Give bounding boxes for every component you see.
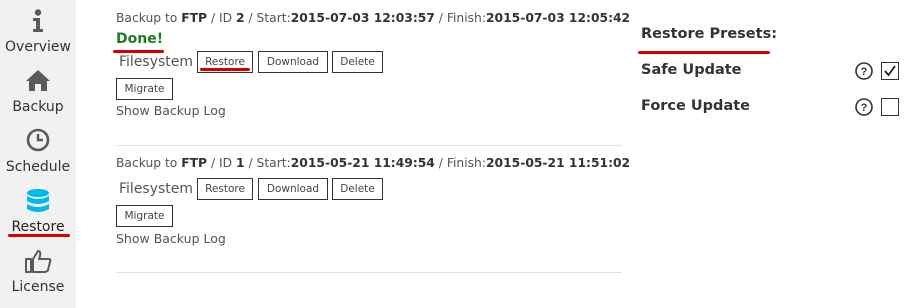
svg-text:?: ? — [861, 66, 868, 78]
delete-button[interactable]: Delete — [332, 51, 383, 73]
database-icon — [0, 188, 76, 214]
backup-meta: Backup to FTP / ID 2 / Start:2015-07-03 … — [116, 11, 631, 25]
safe-update-label: Safe Update — [641, 62, 742, 78]
presets-underline — [638, 51, 770, 54]
download-button[interactable]: Download — [258, 178, 328, 200]
restore-button[interactable]: Restore — [197, 178, 253, 200]
status-underline — [113, 50, 164, 53]
sidebar-item-overview[interactable]: Overview — [0, 4, 76, 64]
migrate-button[interactable]: Migrate — [116, 205, 173, 227]
active-underline — [8, 234, 70, 237]
sidebar-item-schedule[interactable]: Schedule — [0, 124, 76, 184]
status-done: Done! — [116, 31, 164, 47]
show-backup-log-link[interactable]: Show Backup Log — [116, 103, 226, 118]
sidebar-item-backup[interactable]: Backup — [0, 64, 76, 124]
help-icon[interactable]: ? — [855, 62, 873, 80]
presets-title: Restore Presets: — [641, 26, 777, 42]
download-button[interactable]: Download — [258, 51, 328, 73]
safe-update-checkbox[interactable] — [881, 62, 899, 80]
restore-underline — [200, 68, 250, 71]
info-icon — [0, 8, 76, 34]
delete-button[interactable]: Delete — [332, 178, 383, 200]
entry-divider — [116, 272, 622, 273]
backup-meta: Backup to FTP / ID 1 / Start:2015-05-21 … — [116, 156, 631, 170]
help-icon[interactable]: ? — [855, 98, 873, 116]
checkmark-icon — [884, 65, 896, 77]
show-backup-log-link[interactable]: Show Backup Log — [116, 231, 226, 246]
clock-icon — [0, 128, 76, 154]
force-update-checkbox[interactable] — [881, 98, 899, 116]
home-icon — [0, 68, 76, 94]
sidebar-item-label: Overview — [5, 39, 71, 55]
svg-text:?: ? — [861, 102, 868, 114]
force-update-label: Force Update — [641, 98, 750, 114]
sidebar-item-label: Schedule — [5, 159, 71, 175]
entry-divider — [116, 145, 622, 146]
sidebar-item-label: Restore — [11, 219, 65, 235]
migrate-button[interactable]: Migrate — [116, 78, 173, 100]
type-label: Filesystem — [119, 181, 194, 197]
type-label: Filesystem — [119, 54, 194, 70]
sidebar-item-license[interactable]: License — [0, 244, 76, 304]
thumbs-up-icon — [0, 248, 76, 274]
sidebar: Overview Backup Schedule Restore License — [0, 0, 76, 308]
sidebar-item-label: Backup — [12, 99, 64, 115]
sidebar-item-label: License — [11, 279, 65, 295]
